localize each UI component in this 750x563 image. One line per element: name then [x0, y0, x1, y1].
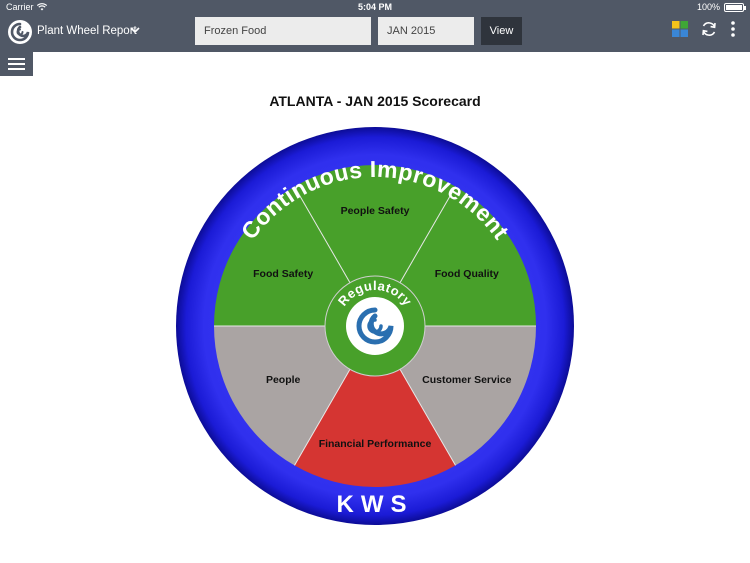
menu-icon[interactable]: [0, 52, 33, 76]
segment-label: Customer Service: [422, 374, 511, 386]
segment-label: Food Quality: [435, 268, 499, 280]
chevron-down-icon[interactable]: [130, 26, 140, 34]
segment-label: Food Safety: [253, 268, 313, 280]
battery-percent: 100%: [696, 2, 720, 12]
report-selector[interactable]: Plant Wheel Report: [37, 25, 137, 37]
page-title: ATLANTA - JAN 2015 Scorecard: [269, 93, 481, 109]
more-vertical-icon[interactable]: [724, 20, 742, 38]
ring-bottom-text: KWS: [337, 491, 414, 518]
color-grid-icon[interactable]: [671, 20, 689, 38]
segment-label: People: [266, 374, 301, 386]
battery-info: 100%: [696, 2, 746, 12]
company-logo-icon: [346, 297, 404, 355]
view-button[interactable]: View: [481, 17, 522, 45]
battery-icon: [724, 2, 746, 12]
category-field[interactable]: Frozen Food: [195, 17, 371, 45]
app-logo-icon[interactable]: [8, 20, 32, 44]
refresh-icon[interactable]: [700, 20, 718, 38]
segment-label: Financial Performance: [319, 438, 432, 450]
segment-label: People Safety: [341, 205, 410, 217]
scorecard-wheel: Continuous Improvement KWS Regulatory Pe…: [176, 127, 574, 525]
period-field[interactable]: JAN 2015: [378, 17, 474, 45]
toolbar: Plant Wheel Report Frozen Food JAN 2015 …: [0, 14, 750, 52]
clock: 5:04 PM: [357, 2, 392, 12]
status-bar: Carrier 5:04 PM 100%: [0, 0, 750, 14]
